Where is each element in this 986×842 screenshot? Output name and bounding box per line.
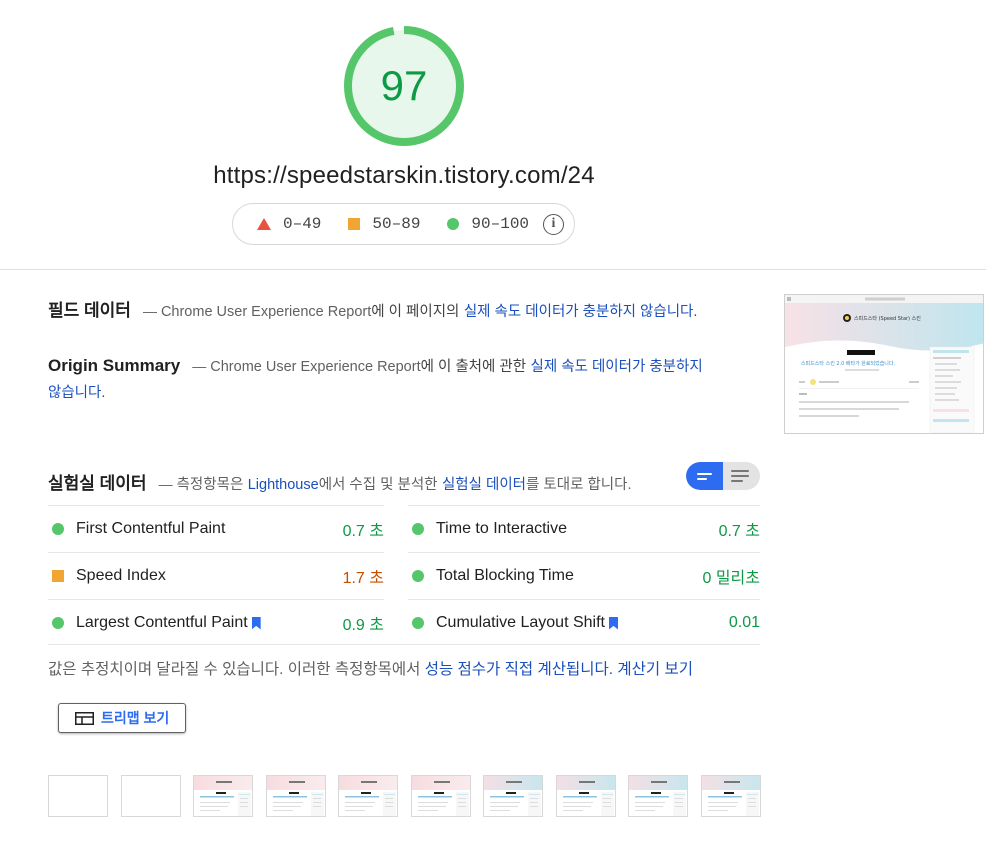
- screenshot-site-title: 스피드스타 (Speed Star) 스킨: [854, 315, 921, 322]
- legend-fail-label: 0–49: [283, 215, 322, 233]
- perf-score-link[interactable]: 성능 점수가 직접 계산됩니다: [425, 661, 609, 678]
- metric-largest-contentful-paint: Largest Contentful Paint 0.9 초: [48, 599, 384, 646]
- legend-average-label: 50–89: [372, 215, 421, 233]
- screenshot-headline: 스피드스타 스킨 2.0 베타가 완료되었습니다.: [801, 360, 896, 367]
- lighthouse-link[interactable]: Lighthouse: [248, 477, 319, 493]
- average-square-icon: [52, 570, 64, 582]
- info-icon[interactable]: i: [543, 214, 564, 235]
- compact-view-icon-line: [697, 478, 707, 480]
- metric-value: 0.7 초: [718, 523, 760, 540]
- pass-circle-icon: [447, 218, 460, 230]
- field-data-dash: —: [142, 303, 157, 319]
- filmstrip-frame: [628, 775, 688, 817]
- metrics-disclaimer: 값은 추정치이며 달라질 수 있습니다. 이러한 측정항목에서 성능 점수가 직…: [48, 657, 693, 679]
- pass-circle-icon: [412, 570, 424, 582]
- filmstrip-frame: [48, 775, 108, 817]
- filmstrip-frame: [121, 775, 181, 817]
- filmstrip-frame: [193, 775, 253, 817]
- metric-value: 0 밀리초: [702, 570, 760, 587]
- metric-name: Cumulative Layout Shift: [436, 614, 729, 632]
- origin-summary-text: 에 이 출처에 관한: [420, 359, 527, 375]
- metrics-view-toggle[interactable]: [686, 462, 760, 490]
- view-treemap-button[interactable]: 트리맵 보기: [58, 703, 186, 733]
- origin-summary-period: .: [101, 385, 106, 401]
- tested-url: https://speedstarskin.tistory.com/24: [213, 162, 595, 189]
- metric-speed-index: Speed Index 1.7 초: [48, 552, 384, 599]
- field-data-section: 필드 데이터 — Chrome User Experience Report에 이 …: [48, 296, 748, 321]
- average-square-icon: [348, 218, 361, 230]
- performance-score: 97: [380, 62, 428, 109]
- calculator-link[interactable]: 계산기 보기: [617, 661, 693, 678]
- origin-summary-section: Origin Summary — Chrome User Experience Re…: [48, 353, 718, 406]
- metric-name: Largest Contentful Paint: [76, 614, 343, 632]
- filmstrip-frame: [701, 775, 761, 817]
- metric-name: Total Blocking Time: [436, 567, 574, 584]
- treemap-icon: [75, 711, 94, 725]
- bookmark-icon: [608, 616, 618, 630]
- lab-data-link[interactable]: 실험실 데이터: [442, 477, 526, 493]
- legend-pass: 90–100: [447, 215, 529, 233]
- origin-summary-title: Origin Summary: [48, 356, 181, 375]
- metric-name-text: Cumulative Layout Shift: [436, 614, 605, 631]
- filmstrip-frame: [411, 775, 471, 817]
- field-data-title: 필드 데이터: [48, 301, 131, 320]
- legend-fail: 0–49: [257, 215, 321, 233]
- metric-name: First Contentful Paint: [76, 520, 226, 537]
- pass-circle-icon: [412, 523, 424, 535]
- compact-view-toggle[interactable]: [686, 462, 723, 490]
- final-screenshot[interactable]: 스피드스타 (Speed Star) 스킨 스피드스타 스킨 2.0 베타가 완…: [784, 294, 984, 434]
- legend-average: 50–89: [348, 215, 420, 233]
- metric-value: 0.01: [728, 614, 760, 631]
- performance-score-gauge: 97: [343, 25, 465, 147]
- bookmark-icon: [251, 616, 261, 630]
- metric-first-contentful-paint: First Contentful Paint 0.7 초: [48, 505, 384, 552]
- metric-time-to-interactive: Time to Interactive 0.7 초: [408, 505, 760, 552]
- lab-data-text-pre: 측정항목은: [176, 477, 244, 493]
- pass-circle-icon: [412, 617, 424, 629]
- score-legend: 0–49 50–89 90–100 i: [232, 203, 575, 245]
- disclaimer-period: .: [608, 661, 614, 678]
- compact-view-icon: [697, 473, 712, 475]
- expanded-view-icon-line: [731, 475, 749, 477]
- lab-data-text-mid: 에서 수집 및 분석한: [318, 477, 438, 493]
- field-data-text: 에 이 페이지의: [371, 304, 460, 320]
- metric-total-blocking-time: Total Blocking Time 0 밀리초: [408, 552, 760, 599]
- lab-data-section: 실험실 데이터 — 측정항목은 Lighthouse에서 수집 및 분석한 실험실 …: [48, 469, 688, 494]
- field-data-period: .: [693, 304, 698, 320]
- disclaimer-text: 값은 추정치이며 달라질 수 있습니다. 이러한 측정항목에서: [48, 661, 421, 678]
- metrics-divider: [48, 644, 760, 645]
- field-data-link[interactable]: 실제 속도 데이터가 충분하지 않습니다: [464, 304, 694, 320]
- metric-value: 1.7 초: [342, 570, 384, 587]
- filmstrip-frame: [483, 775, 543, 817]
- divider: [0, 269, 986, 270]
- metric-name: Speed Index: [76, 567, 166, 584]
- origin-summary-dash: —: [192, 358, 207, 374]
- legend-pass-label: 90–100: [471, 215, 530, 233]
- filmstrip-frame: [556, 775, 616, 817]
- fail-triangle-icon: [257, 218, 271, 230]
- metric-cumulative-layout-shift: Cumulative Layout Shift 0.01: [408, 599, 760, 646]
- metric-name: Time to Interactive: [436, 520, 568, 537]
- crux-source: Chrome User Experience Report: [160, 304, 372, 320]
- metric-value: 0.7 초: [342, 523, 384, 540]
- treemap-button-label: 트리맵 보기: [101, 710, 170, 726]
- pass-circle-icon: [52, 617, 64, 629]
- expanded-view-icon[interactable]: [731, 470, 749, 472]
- lab-data-text-end: 를 토대로 합니다.: [526, 477, 632, 493]
- metric-name-text: Largest Contentful Paint: [76, 614, 248, 631]
- filmstrip-frame: [266, 775, 326, 817]
- pass-circle-icon: [52, 523, 64, 535]
- metric-value: 0.9 초: [342, 617, 384, 634]
- crux-source: Chrome User Experience Report: [210, 359, 421, 375]
- expanded-view-icon-line: [731, 480, 743, 482]
- filmstrip-frame: [338, 775, 398, 817]
- lab-data-dash: —: [158, 476, 173, 492]
- lab-data-title: 실험실 데이터: [48, 474, 147, 493]
